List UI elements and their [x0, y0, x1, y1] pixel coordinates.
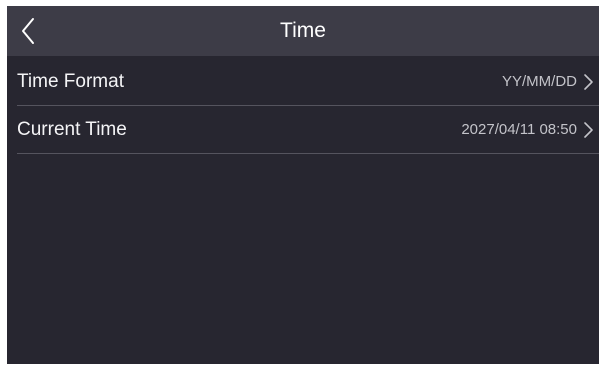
settings-list: Time Format YY/MM/DD Current Time 2027/0… — [7, 58, 599, 154]
title-bar: Time — [7, 6, 599, 56]
chevron-right-icon — [582, 73, 594, 91]
divider — [17, 153, 599, 154]
setting-label-current-time: Current Time — [17, 119, 127, 140]
setting-label-time-format: Time Format — [17, 71, 124, 92]
setting-row-time-format[interactable]: Time Format YY/MM/DD — [7, 58, 599, 106]
setting-value-time-format: YY/MM/DD — [502, 73, 577, 90]
chevron-right-icon — [582, 121, 594, 139]
page-title: Time — [280, 19, 326, 42]
setting-value-current-time: 2027/04/11 08:50 — [461, 121, 577, 138]
time-settings-screen: Time Time Format YY/MM/DD Current Time 2… — [7, 6, 599, 364]
setting-row-current-time[interactable]: Current Time 2027/04/11 08:50 — [7, 106, 599, 154]
